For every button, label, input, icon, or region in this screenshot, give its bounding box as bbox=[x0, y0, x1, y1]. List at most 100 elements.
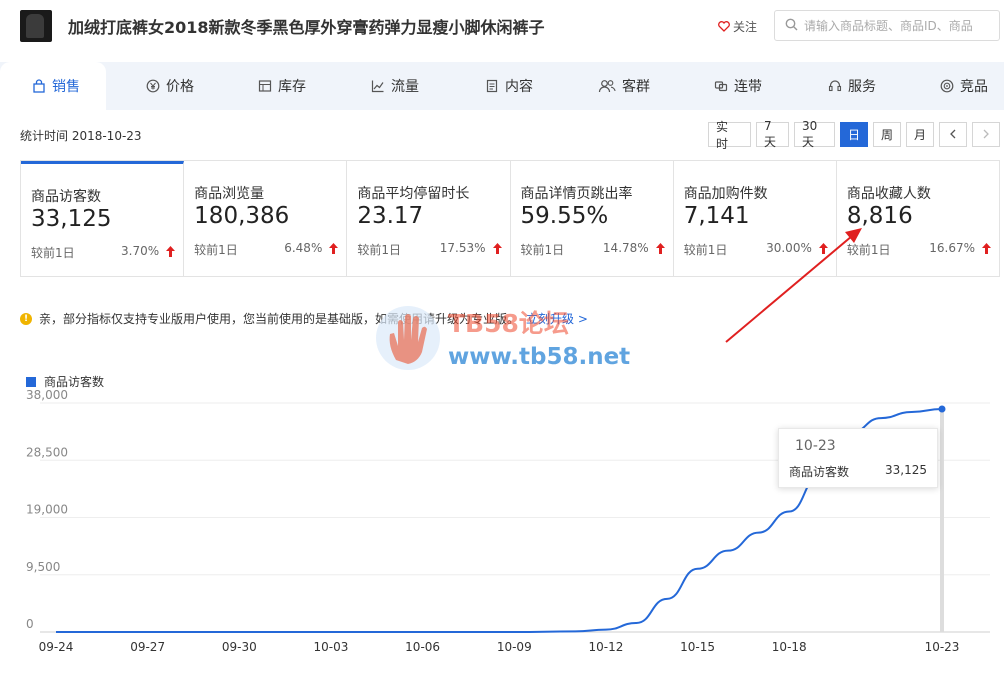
search-input[interactable] bbox=[804, 18, 994, 33]
7day-button[interactable]: 7天 bbox=[756, 119, 789, 149]
metric-compare: 较前1日 bbox=[683, 243, 728, 257]
search-icon bbox=[785, 18, 798, 34]
watermark-url: www.tb58.net bbox=[448, 344, 631, 370]
week-button[interactable]: 周 bbox=[873, 122, 901, 147]
x-tick-label: 09-27 bbox=[130, 640, 165, 654]
metric-value: 59.55% bbox=[520, 203, 609, 229]
metric-title: 商品加购件数 bbox=[683, 186, 768, 202]
30day-button[interactable]: 30天 bbox=[794, 119, 835, 149]
month-button[interactable]: 月 bbox=[906, 122, 934, 147]
tab-inventory[interactable]: 库存 bbox=[258, 62, 306, 110]
stat-time: 统计时间 2018-10-23 bbox=[20, 129, 142, 143]
arrow-up-icon bbox=[329, 243, 339, 257]
tab-label: 库存 bbox=[278, 79, 306, 95]
tab-traffic[interactable]: 流量 bbox=[371, 62, 419, 110]
prev-button[interactable] bbox=[939, 122, 967, 147]
tab-audience[interactable]: 客群 bbox=[598, 62, 650, 110]
metric-pct: 14.78% bbox=[602, 241, 649, 255]
tab-label: 竞品 bbox=[960, 79, 988, 95]
metric-value: 8,816 bbox=[846, 203, 913, 229]
stat-bar: 统计时间 2018-10-23 实 时 7天 30天 日 周 月 bbox=[0, 110, 1004, 158]
link-icon bbox=[714, 79, 728, 93]
tooltip-label: 商品访客数 bbox=[789, 465, 850, 479]
warehouse-icon bbox=[258, 79, 272, 93]
tab-label: 连带 bbox=[734, 79, 762, 95]
x-tick-label: 10-06 bbox=[405, 640, 440, 654]
tab-label: 客群 bbox=[622, 79, 650, 95]
target-icon bbox=[940, 79, 954, 93]
y-tick-label: 19,000 bbox=[26, 503, 68, 517]
metric-compare: 较前1日 bbox=[194, 243, 238, 257]
tab-bar: 销售 价格 库存 流量 内容 客群 连带 服务 竞品 bbox=[0, 62, 1004, 110]
x-tick-label: 10-15 bbox=[680, 640, 715, 654]
metric-value: 180,386 bbox=[194, 203, 290, 229]
metric-title: 商品收藏人数 bbox=[846, 186, 931, 202]
metric-compare: 较前1日 bbox=[846, 243, 891, 257]
follow-button[interactable]: 关注 bbox=[718, 18, 757, 35]
tab-label: 价格 bbox=[166, 79, 194, 95]
tab-label: 销售 bbox=[52, 79, 80, 95]
metric-card-visitors[interactable]: 商品访客数 33,125 较前1日 3.70% bbox=[21, 161, 185, 276]
tab-label: 内容 bbox=[505, 79, 533, 95]
period-selector: 实 时 7天 30天 日 周 月 bbox=[708, 119, 1000, 151]
arrow-up-icon bbox=[492, 243, 502, 257]
tab-service[interactable]: 服务 bbox=[828, 62, 876, 110]
x-tick-label: 09-30 bbox=[222, 640, 257, 654]
metric-cards: 商品访客数 33,125 较前1日 3.70% 商品浏览量 180,386 较前… bbox=[20, 160, 1000, 277]
chart-legend[interactable]: 商品访客数 bbox=[26, 373, 104, 390]
tab-competitors[interactable]: 竞品 bbox=[940, 62, 988, 110]
arrow-up-icon bbox=[166, 246, 176, 260]
legend-swatch bbox=[26, 376, 36, 387]
tab-related[interactable]: 连带 bbox=[714, 62, 762, 110]
tab-label: 流量 bbox=[391, 79, 419, 95]
document-icon bbox=[485, 79, 499, 93]
metric-pct: 16.67% bbox=[929, 241, 976, 255]
bag-icon bbox=[32, 79, 46, 93]
follow-label: 关注 bbox=[733, 20, 758, 34]
x-tick-label: 10-03 bbox=[314, 640, 349, 654]
x-tick-label: 10-23 bbox=[925, 640, 960, 654]
realtime-button[interactable]: 实 时 bbox=[708, 120, 751, 151]
x-tick-label: 10-12 bbox=[588, 640, 623, 654]
legend-label: 商品访客数 bbox=[44, 375, 105, 389]
tooltip-date: 10-23 bbox=[795, 438, 836, 454]
metric-card-bounce-rate[interactable]: 商品详情页跳出率 59.55% 较前1日 14.78% bbox=[511, 161, 674, 276]
metric-pct: 6.48% bbox=[284, 241, 323, 255]
line-chart-icon bbox=[371, 79, 385, 93]
metric-card-add-to-cart[interactable]: 商品加购件数 7,141 较前1日 30.00% bbox=[674, 161, 837, 276]
y-tick-label: 38,000 bbox=[26, 390, 68, 402]
arrow-up-icon bbox=[655, 243, 665, 257]
day-button[interactable]: 日 bbox=[840, 122, 868, 147]
people-icon bbox=[598, 79, 616, 93]
metric-value: 7,141 bbox=[683, 203, 750, 229]
metric-card-pageviews[interactable]: 商品浏览量 180,386 较前1日 6.48% bbox=[184, 161, 348, 276]
y-tick-label: 28,500 bbox=[26, 445, 68, 459]
heart-icon bbox=[718, 21, 730, 32]
product-thumbnail[interactable] bbox=[20, 10, 52, 42]
yen-icon bbox=[146, 79, 160, 93]
metric-pct: 30.00% bbox=[766, 241, 812, 255]
product-title: 加绒打底裤女2018新款冬季黑色厚外穿膏药弹力显瘦小脚休闲裤子 bbox=[68, 18, 545, 37]
arrow-up-icon bbox=[818, 243, 828, 257]
hand-logo-icon bbox=[376, 306, 440, 370]
tab-content[interactable]: 内容 bbox=[485, 62, 533, 110]
metric-card-favorites[interactable]: 商品收藏人数 8,816 较前1日 16.67% bbox=[837, 161, 999, 276]
watermark: TB58论坛 www.tb58.net bbox=[374, 300, 634, 380]
metric-compare: 较前1日 bbox=[520, 243, 565, 257]
search-box[interactable] bbox=[774, 10, 1000, 41]
metric-card-avg-stay[interactable]: 商品平均停留时长 23.17 较前1日 17.53% bbox=[347, 161, 511, 276]
tab-label: 服务 bbox=[848, 79, 876, 95]
tab-sales[interactable]: 销售 bbox=[0, 62, 106, 110]
tab-price[interactable]: 价格 bbox=[146, 62, 194, 110]
chevron-right-icon bbox=[982, 128, 990, 142]
metric-pct: 3.70% bbox=[121, 244, 160, 258]
chart-tooltip: 10-23 商品访客数 33,125 bbox=[778, 428, 938, 488]
y-tick-label: 9,500 bbox=[26, 560, 60, 574]
metric-value: 23.17 bbox=[357, 203, 424, 229]
x-tick-label: 09-24 bbox=[39, 640, 74, 654]
metric-compare: 较前1日 bbox=[31, 246, 75, 260]
x-tick-label: 10-09 bbox=[497, 640, 532, 654]
next-button[interactable] bbox=[972, 122, 1000, 147]
tooltip-value: 33,125 bbox=[885, 463, 927, 477]
metric-title: 商品浏览量 bbox=[194, 186, 265, 202]
